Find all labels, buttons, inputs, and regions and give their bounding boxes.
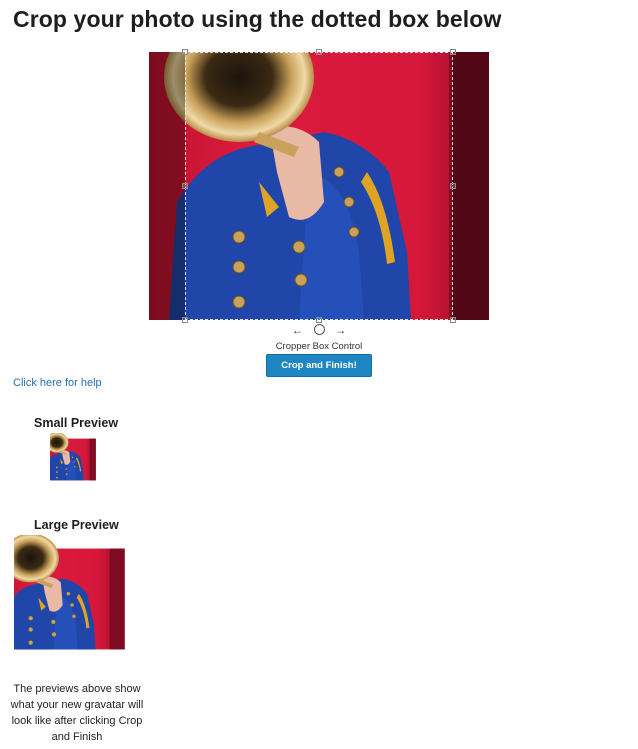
small-preview-image <box>50 433 103 486</box>
crop-handle-top[interactable] <box>316 49 322 55</box>
page-title: Crop your photo using the dotted box bel… <box>13 6 502 32</box>
crop-handle-left[interactable] <box>182 183 188 189</box>
crop-handle-right[interactable] <box>450 183 456 189</box>
preview-note: The previews above show what your new gr… <box>10 683 144 743</box>
crop-mask-right <box>453 52 489 320</box>
large-preview-image <box>14 535 142 663</box>
center-circle-icon[interactable] <box>313 324 325 335</box>
crop-and-finish-button[interactable]: Crop and Finish! <box>266 354 372 377</box>
arrow-right-icon[interactable]: → <box>335 324 347 336</box>
cropper-control-label: Cropper Box Control <box>275 341 363 352</box>
large-preview-title: Large Preview <box>34 518 119 532</box>
crop-handle-top-left[interactable] <box>182 49 188 55</box>
crop-mask-left <box>149 52 185 320</box>
help-link[interactable]: Click here for help <box>13 377 102 389</box>
large-preview-photo <box>14 535 142 663</box>
cropper-controls: ← → Cropper Box Control Crop and Finish! <box>149 321 489 377</box>
crop-selection-box[interactable] <box>185 52 453 320</box>
cropper-arrow-row: ← → <box>149 321 489 338</box>
small-preview-photo <box>50 433 103 486</box>
crop-handle-top-right[interactable] <box>450 49 456 55</box>
small-preview-title: Small Preview <box>34 416 119 430</box>
crop-page: Crop your photo using the dotted box bel… <box>0 0 638 749</box>
arrow-left-icon[interactable]: ← <box>292 324 304 336</box>
